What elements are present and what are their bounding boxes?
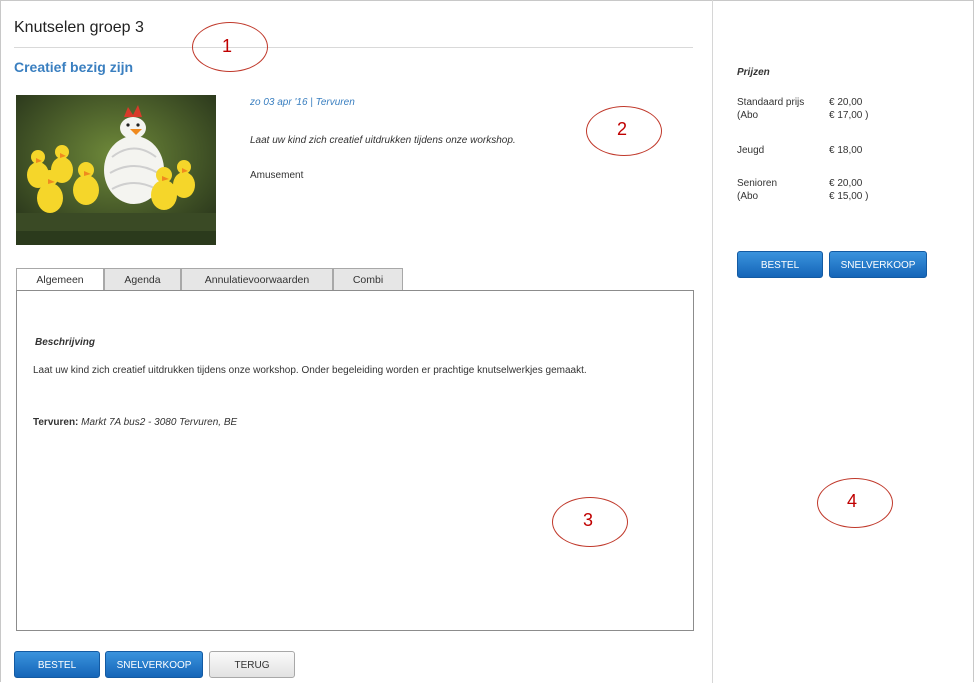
event-teaser: Laat uw kind zich creatief uitdrukken ti… [250, 135, 516, 146]
annotation-number-3: 3 [583, 510, 594, 530]
annotation-number-1: 1 [222, 36, 233, 56]
snelverkoop-button[interactable]: SNELVERKOOP [105, 651, 203, 678]
price-value-jeugd: € 18,00 [829, 145, 863, 156]
tab-algemeen[interactable]: Algemeen [16, 268, 104, 292]
description-heading: Beschrijving [35, 337, 96, 348]
column-divider [712, 0, 713, 683]
tab-annulatievoorwaarden[interactable]: Annulatievoorwaarden [181, 268, 333, 290]
price-label-abo-2: (Abo [737, 191, 759, 202]
event-date-location: zo 03 apr '16 | Tervuren [250, 97, 355, 108]
tab-panel-algemeen: Beschrijving Laat uw kind zich creatief … [16, 290, 694, 631]
tab-combi[interactable]: Combi [333, 268, 403, 290]
price-value-abo-1: € 17,00 ) [829, 110, 869, 121]
snelverkoop-button-sidebar[interactable]: SNELVERKOOP [829, 251, 927, 278]
title-divider [14, 47, 693, 48]
bestel-button[interactable]: BESTEL [14, 651, 100, 678]
bestel-button-sidebar[interactable]: BESTEL [737, 251, 823, 278]
page-title: Knutselen groep 3 [14, 19, 144, 36]
location-line: Tervuren: Markt 7A bus2 - 3080 Tervuren,… [33, 417, 237, 428]
terug-button[interactable]: TERUG [209, 651, 295, 678]
price-label-abo-1: (Abo [737, 110, 759, 121]
tab-agenda[interactable]: Agenda [104, 268, 181, 290]
location-address: Markt 7A bus2 - 3080 Tervuren, BE [81, 417, 238, 428]
price-label-standaard: Standaard prijs [737, 97, 805, 108]
description-text: Laat uw kind zich creatief uitdrukken ti… [33, 365, 587, 376]
annotation-number-4: 4 [847, 491, 858, 511]
price-label-jeugd: Jeugd [737, 145, 765, 156]
price-label-senioren: Senioren [737, 178, 778, 189]
price-value-abo-2: € 15,00 ) [829, 191, 869, 202]
location-label: Tervuren: [33, 417, 79, 428]
price-value-standaard: € 20,00 [829, 97, 863, 108]
event-genre: Amusement [250, 170, 304, 181]
event-photo [16, 95, 216, 245]
event-subtitle: Creatief bezig zijn [14, 59, 134, 75]
prices-heading: Prijzen [737, 67, 770, 78]
price-value-senioren: € 20,00 [829, 178, 863, 189]
annotation-number-2: 2 [617, 119, 628, 139]
